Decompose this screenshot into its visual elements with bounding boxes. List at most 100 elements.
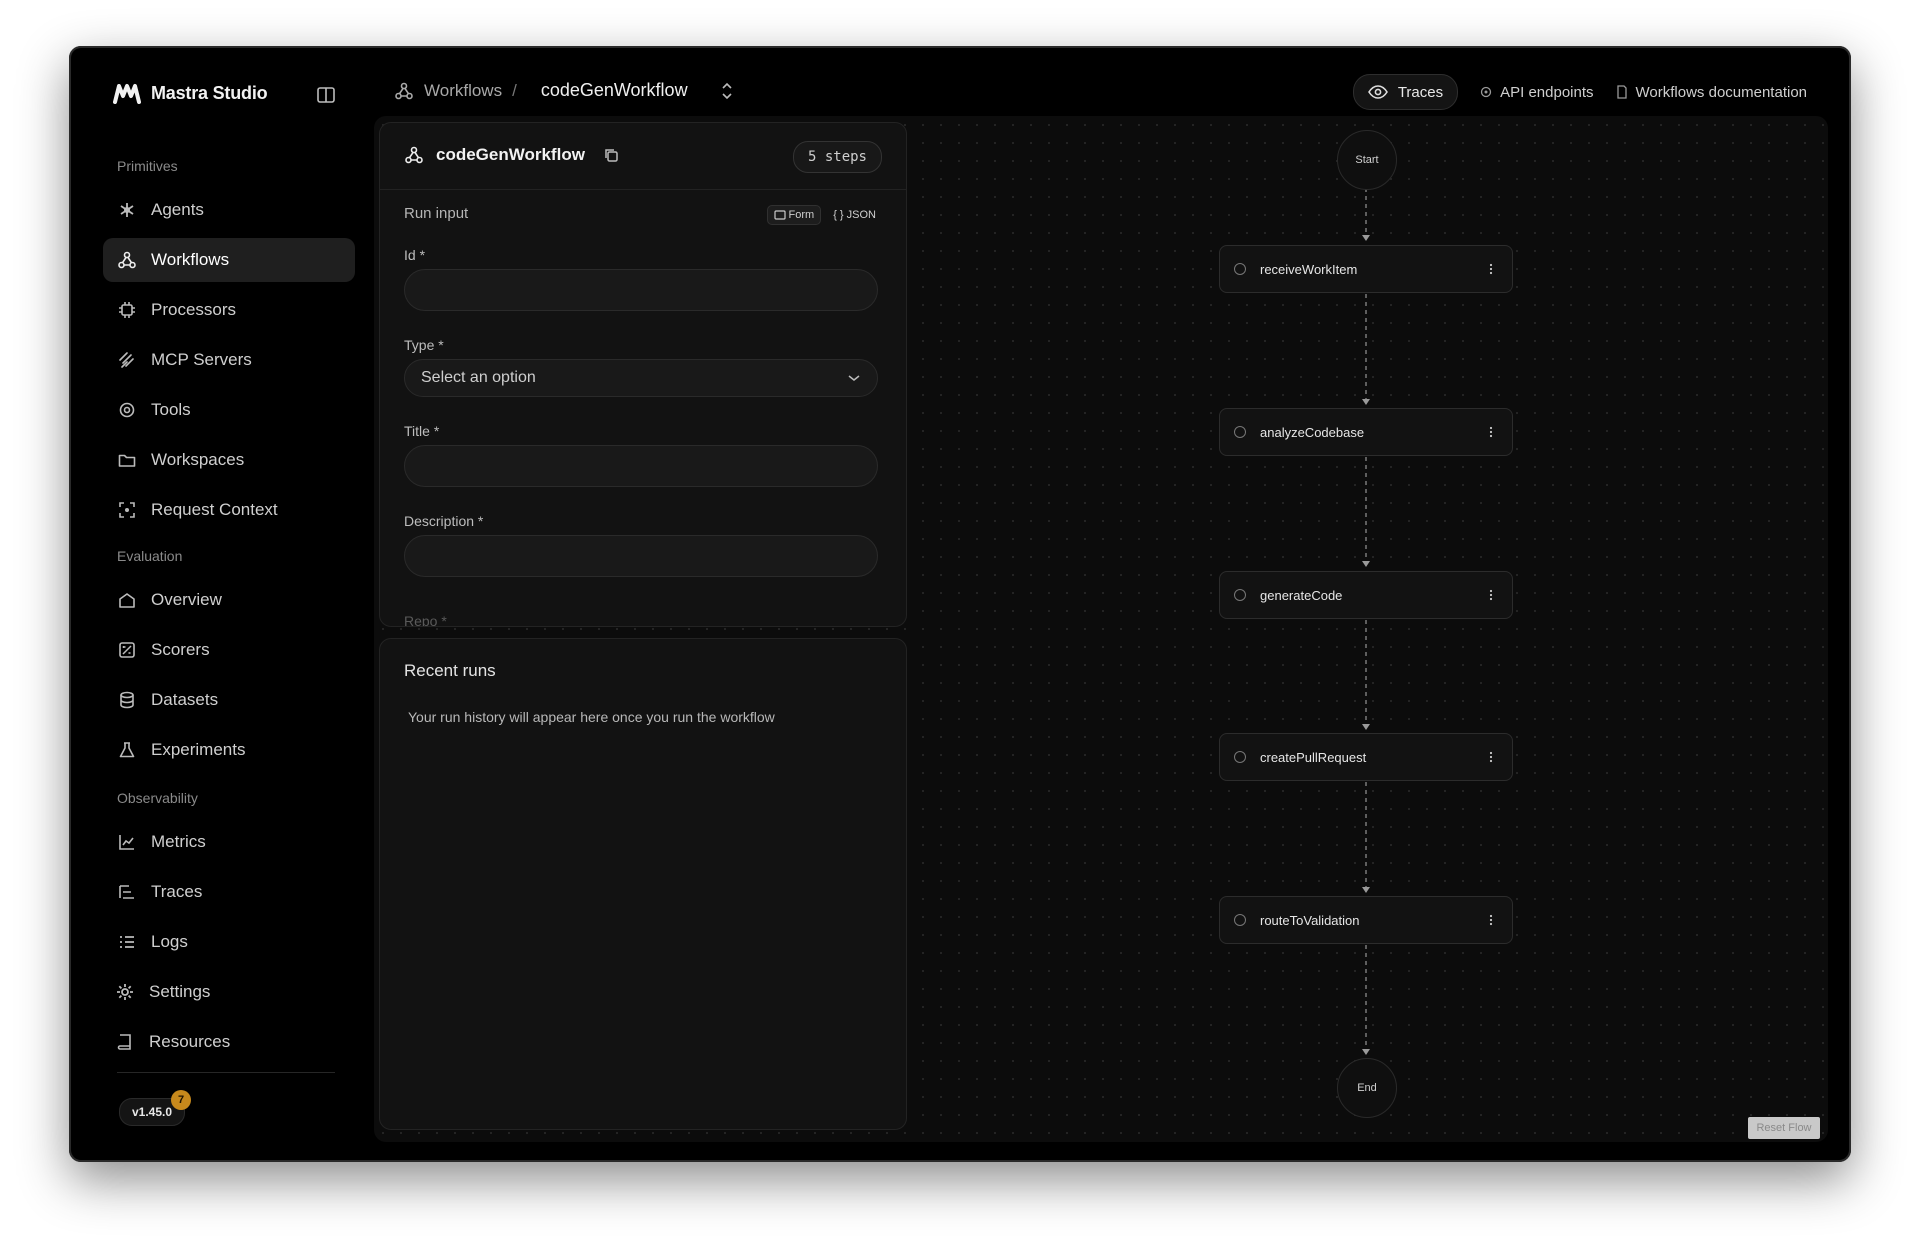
description-input[interactable] (404, 535, 878, 577)
book-icon (117, 1034, 131, 1050)
step-status-icon (1234, 914, 1246, 926)
section-label-observability: Observability (117, 790, 198, 806)
flask-icon (119, 742, 135, 758)
sidebar-item-label: Request Context (151, 500, 278, 519)
chevron-down-icon (848, 375, 860, 381)
description-label: Description * (404, 513, 484, 529)
sidebar-item-workspaces[interactable]: Workspaces (103, 438, 355, 482)
step-status-icon (1234, 589, 1246, 601)
more-vertical-icon[interactable] (1484, 588, 1498, 602)
chart-line-icon (119, 835, 134, 850)
more-vertical-icon[interactable] (1484, 750, 1498, 764)
mcp-icon (119, 352, 134, 368)
id-input[interactable] (404, 269, 878, 311)
recent-runs-panel: Recent runs Your run history will appear… (379, 638, 907, 1130)
type-label: Type * (404, 337, 444, 353)
title-input[interactable] (404, 445, 878, 487)
step-node-create-pull-request[interactable]: createPullRequest (1219, 733, 1513, 781)
workflows-docs-label: Workflows documentation (1635, 83, 1807, 101)
sidebar-item-workflows[interactable]: Workflows (103, 238, 355, 282)
header-actions: Traces API endpoints Workflows documenta… (1352, 74, 1807, 110)
sidebar-item-mcp-servers[interactable]: MCP Servers (103, 338, 355, 382)
folder-icon (118, 454, 136, 467)
processor-icon (119, 302, 135, 318)
brand[interactable]: Mastra Studio (113, 82, 268, 104)
sidebar-item-label: Settings (149, 982, 211, 1001)
sidebar-item-request-context[interactable]: Request Context (103, 488, 355, 532)
workflow-header: codeGenWorkflow 5 steps (380, 123, 906, 190)
update-badge[interactable]: 7 (171, 1090, 191, 1110)
sidebar-item-tools[interactable]: Tools (103, 388, 355, 432)
recent-runs-title: Recent runs (404, 661, 496, 680)
json-mode-button[interactable]: { } JSON (827, 205, 882, 225)
sidebar-item-settings[interactable]: Settings (103, 970, 355, 1014)
workflow-title: codeGenWorkflow (404, 145, 619, 165)
type-select[interactable]: Select an option (404, 359, 878, 397)
more-vertical-icon[interactable] (1484, 262, 1498, 276)
api-endpoints-link[interactable]: API endpoints (1480, 83, 1594, 101)
traces-icon (119, 885, 134, 899)
step-status-icon (1234, 426, 1246, 438)
app-window: Mastra Studio Primitives Agents Workflow… (69, 46, 1851, 1162)
workflows-icon (395, 82, 413, 99)
sidebar-item-datasets[interactable]: Datasets (103, 678, 355, 722)
sidebar-item-label: Workflows (151, 250, 230, 269)
id-label: Id * (404, 247, 426, 263)
start-node[interactable]: Start (1337, 130, 1397, 190)
workflows-docs-link[interactable]: Workflows documentation (1616, 84, 1807, 101)
sidebar-item-label: Overview (151, 590, 222, 609)
eye-icon (1367, 85, 1388, 99)
sidebar-item-resources[interactable]: Resources (103, 1020, 355, 1064)
sidebar-item-agents[interactable]: Agents (103, 188, 355, 232)
end-node[interactable]: End (1337, 1058, 1397, 1118)
sidebar-toggle-icon[interactable] (315, 84, 337, 106)
traces-button[interactable]: Traces (1352, 74, 1459, 110)
step-name: createPullRequest (1260, 749, 1367, 765)
sidebar-item-label: Traces (151, 882, 203, 901)
type-select-value: Select an option (421, 369, 536, 386)
step-name: generateCode (1260, 587, 1343, 603)
sidebar-item-experiments[interactable]: Experiments (103, 728, 355, 772)
form-mode-label: Form (788, 209, 815, 221)
step-node-route-to-validation[interactable]: routeToValidation (1219, 896, 1513, 944)
sidebar-item-label: Scorers (151, 640, 210, 659)
sidebar-item-label: Resources (149, 1032, 231, 1051)
more-vertical-icon[interactable] (1484, 913, 1498, 927)
more-vertical-icon[interactable] (1484, 425, 1498, 439)
sidebar-item-overview[interactable]: Overview (103, 578, 355, 622)
breadcrumb-workflows-link[interactable]: Workflows (424, 81, 502, 101)
sidebar-item-processors[interactable]: Processors (103, 288, 355, 332)
step-name: analyzeCodebase (1260, 424, 1365, 440)
step-node-receive-work-item[interactable]: receiveWorkItem (1219, 245, 1513, 293)
sidebar-item-label: Logs (151, 932, 188, 951)
sidebar-item-scorers[interactable]: Scorers (103, 628, 355, 672)
reset-flow-button[interactable]: Reset Flow (1748, 1117, 1820, 1139)
steps-count-badge: 5 steps (792, 141, 882, 173)
workflows-icon (118, 251, 136, 269)
app-name: Mastra Studio (151, 82, 268, 103)
api-endpoints-label: API endpoints (1500, 83, 1594, 101)
sidebar-item-logs[interactable]: Logs (103, 920, 355, 964)
database-icon (120, 691, 134, 709)
traces-label: Traces (1397, 83, 1444, 101)
run-input-label: Run input (404, 205, 469, 222)
sidebar-item-label: Datasets (151, 690, 219, 709)
sidebar-item-label: Metrics (151, 832, 206, 851)
chevron-up-down-icon[interactable] (720, 81, 734, 101)
tools-icon (119, 402, 135, 418)
form-mode-button[interactable]: Form (766, 205, 822, 225)
logs-icon (120, 936, 134, 948)
mastra-logo-icon (113, 84, 141, 104)
sidebar-item-metrics[interactable]: Metrics (103, 820, 355, 864)
repo-label: Repo * (404, 613, 447, 627)
request-context-icon (119, 502, 135, 518)
sidebar-divider (117, 1072, 335, 1073)
overview-icon (119, 593, 135, 608)
copy-icon[interactable] (603, 147, 619, 163)
step-node-generate-code[interactable]: generateCode (1219, 571, 1513, 619)
section-label-primitives: Primitives (117, 158, 178, 174)
breadcrumb: Workflows / codeGenWorkflow (394, 80, 734, 101)
step-name: routeToValidation (1260, 912, 1360, 928)
step-node-analyze-codebase[interactable]: analyzeCodebase (1219, 408, 1513, 456)
sidebar-item-traces[interactable]: Traces (103, 870, 355, 914)
